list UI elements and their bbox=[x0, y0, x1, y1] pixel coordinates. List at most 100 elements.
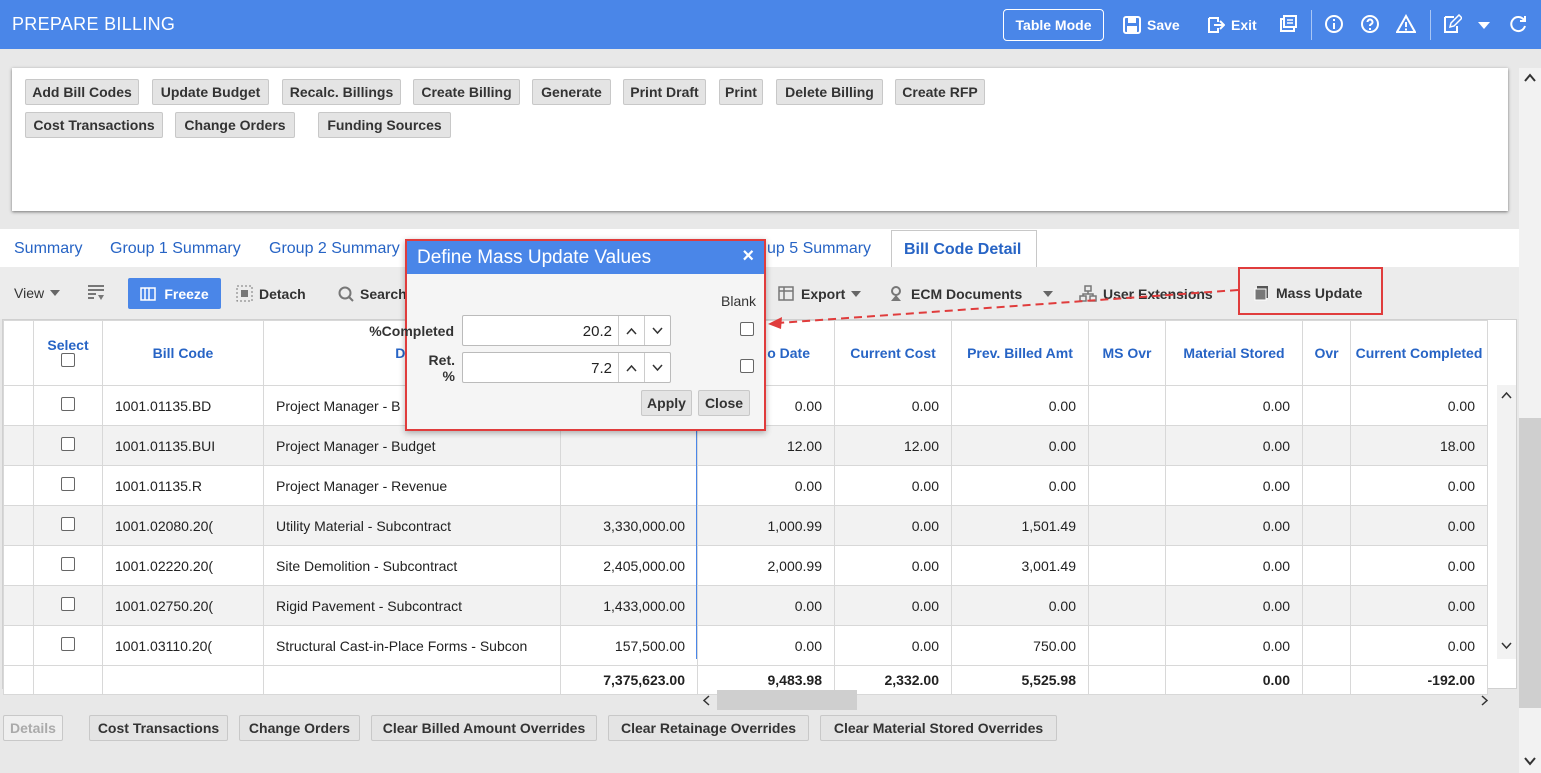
current-cost-cell[interactable]: 0.00 bbox=[834, 505, 952, 546]
info-icon[interactable] bbox=[1324, 14, 1344, 34]
refresh-icon[interactable] bbox=[1508, 14, 1528, 34]
ovr-cell[interactable] bbox=[1302, 505, 1351, 546]
tab-bill-code-detail[interactable]: Bill Code Detail bbox=[891, 230, 1037, 268]
scrollbar-thumb[interactable] bbox=[1519, 418, 1541, 708]
table-row[interactable]: 1001.01135.BUI Project Manager - Budget … bbox=[3, 425, 1488, 466]
description-cell[interactable]: Structural Cast-in-Place Forms - Subcon bbox=[263, 625, 561, 666]
clear-retainage-overrides-button[interactable]: Clear Retainage Overrides bbox=[608, 715, 809, 741]
to-date-cell[interactable]: 12.00 bbox=[697, 425, 835, 466]
chevron-down-icon[interactable] bbox=[1474, 14, 1494, 34]
material-stored-cell[interactable]: 0.00 bbox=[1165, 545, 1303, 586]
increment-button[interactable] bbox=[618, 316, 644, 345]
details-button[interactable]: Details bbox=[3, 715, 63, 741]
save-button[interactable]: Save bbox=[1123, 9, 1180, 41]
description-cell[interactable]: Utility Material - Subcontract bbox=[263, 505, 561, 546]
filter-icon[interactable] bbox=[86, 283, 106, 303]
table-mode-button[interactable]: Table Mode bbox=[1003, 9, 1104, 41]
current-completed-cell[interactable]: 18.00 bbox=[1350, 425, 1488, 466]
to-date-cell[interactable]: 2,000.99 bbox=[697, 545, 835, 586]
table-row[interactable]: 1001.03110.20( Structural Cast-in-Place … bbox=[3, 625, 1488, 666]
description-cell[interactable]: Site Demolition - Subcontract bbox=[263, 545, 561, 586]
detach-button[interactable]: Detach bbox=[236, 285, 306, 302]
table-row[interactable]: 1001.02080.20( Utility Material - Subcon… bbox=[3, 505, 1488, 546]
select-all-checkbox[interactable] bbox=[61, 352, 75, 367]
current-cost-cell[interactable]: 0.00 bbox=[834, 465, 952, 506]
change-orders-button[interactable]: Change Orders bbox=[175, 112, 295, 138]
budget-cell[interactable]: 3,330,000.00 bbox=[560, 505, 698, 546]
horizontal-scrollbar[interactable] bbox=[697, 690, 1497, 710]
scrollbar-thumb[interactable] bbox=[717, 690, 857, 710]
to-date-cell[interactable]: 0.00 bbox=[697, 465, 835, 506]
create-billing-button[interactable]: Create Billing bbox=[413, 79, 520, 105]
current-cost-cell[interactable]: 12.00 bbox=[834, 425, 952, 466]
current-cost-cell[interactable]: 0.00 bbox=[834, 385, 952, 426]
prev-billed-cell[interactable]: 0.00 bbox=[951, 425, 1089, 466]
decrement-button[interactable] bbox=[644, 353, 670, 382]
table-row[interactable]: 1001.02220.20( Site Demolition - Subcont… bbox=[3, 545, 1488, 586]
current-cost-cell[interactable]: 0.00 bbox=[834, 625, 952, 666]
material-stored-cell[interactable]: 0.00 bbox=[1165, 505, 1303, 546]
completed-input[interactable]: 20.2 bbox=[462, 315, 671, 346]
budget-cell[interactable] bbox=[560, 425, 698, 466]
generate-button[interactable]: Generate bbox=[532, 79, 611, 105]
select-column-header[interactable]: Select bbox=[33, 320, 103, 386]
current-completed-cell[interactable]: 0.00 bbox=[1350, 625, 1488, 666]
current-cost-cell[interactable]: 0.00 bbox=[834, 545, 952, 586]
current-completed-column-header[interactable]: Current Completed bbox=[1350, 320, 1488, 386]
tab-group-1-summary[interactable]: Group 1 Summary bbox=[110, 240, 241, 258]
search-button[interactable]: Search bbox=[337, 285, 407, 302]
decrement-button[interactable] bbox=[644, 316, 670, 345]
ovr-cell[interactable] bbox=[1302, 545, 1351, 586]
apply-button[interactable]: Apply bbox=[641, 390, 692, 416]
to-date-cell[interactable]: 0.00 bbox=[697, 585, 835, 626]
row-select-checkbox[interactable] bbox=[61, 557, 75, 571]
description-cell[interactable]: Rigid Pavement - Subcontract bbox=[263, 585, 561, 626]
help-icon[interactable] bbox=[1360, 14, 1380, 34]
table-row[interactable]: 1001.01135.R Project Manager - Revenue 0… bbox=[3, 465, 1488, 506]
funding-sources-button[interactable]: Funding Sources bbox=[318, 112, 451, 138]
row-select-checkbox[interactable] bbox=[61, 637, 75, 651]
current-completed-cell[interactable]: 0.00 bbox=[1350, 585, 1488, 626]
ms-ovr-cell[interactable] bbox=[1088, 505, 1166, 546]
ms-ovr-cell[interactable] bbox=[1088, 625, 1166, 666]
increment-button[interactable] bbox=[618, 353, 644, 382]
chevron-up-icon[interactable] bbox=[1501, 391, 1512, 400]
budget-cell[interactable] bbox=[560, 465, 698, 506]
edit-icon[interactable] bbox=[1442, 14, 1462, 34]
description-cell[interactable]: Project Manager - Revenue bbox=[263, 465, 561, 506]
bill-code-cell[interactable]: 1001.02750.20( bbox=[102, 585, 264, 626]
print-draft-button[interactable]: Print Draft bbox=[623, 79, 706, 105]
bottom-cost-transactions-button[interactable]: Cost Transactions bbox=[89, 715, 228, 741]
row-select-checkbox[interactable] bbox=[61, 597, 75, 611]
delete-billing-button[interactable]: Delete Billing bbox=[776, 79, 883, 105]
budget-cell[interactable]: 1,433,000.00 bbox=[560, 585, 698, 626]
description-cell[interactable]: Project Manager - Budget bbox=[263, 425, 561, 466]
ms-ovr-cell[interactable] bbox=[1088, 585, 1166, 626]
report-icon[interactable] bbox=[1278, 14, 1298, 34]
ms-ovr-cell[interactable] bbox=[1088, 385, 1166, 426]
current-completed-cell[interactable]: 0.00 bbox=[1350, 505, 1488, 546]
warning-icon[interactable] bbox=[1396, 14, 1416, 34]
to-date-cell[interactable]: 0.00 bbox=[697, 625, 835, 666]
freeze-button[interactable]: Freeze bbox=[128, 278, 221, 309]
prev-billed-cell[interactable]: 0.00 bbox=[951, 585, 1089, 626]
bill-code-cell[interactable]: 1001.01135.BD bbox=[102, 385, 264, 426]
ovr-cell[interactable] bbox=[1302, 585, 1351, 626]
chevron-left-icon[interactable] bbox=[702, 695, 711, 706]
prev-billed-cell[interactable]: 750.00 bbox=[951, 625, 1089, 666]
prev-billed-cell[interactable]: 0.00 bbox=[951, 385, 1089, 426]
material-stored-cell[interactable]: 0.00 bbox=[1165, 425, 1303, 466]
bill-code-cell[interactable]: 1001.02220.20( bbox=[102, 545, 264, 586]
close-button[interactable]: Close bbox=[698, 390, 750, 416]
prev-billed-cell[interactable]: 1,501.49 bbox=[951, 505, 1089, 546]
ovr-cell[interactable] bbox=[1302, 465, 1351, 506]
material-stored-cell[interactable]: 0.00 bbox=[1165, 625, 1303, 666]
bottom-change-orders-button[interactable]: Change Orders bbox=[239, 715, 360, 741]
budget-cell[interactable]: 2,405,000.00 bbox=[560, 545, 698, 586]
material-stored-cell[interactable]: 0.00 bbox=[1165, 465, 1303, 506]
print-button[interactable]: Print bbox=[719, 79, 763, 105]
cost-transactions-button[interactable]: Cost Transactions bbox=[25, 112, 163, 138]
add-bill-codes-button[interactable]: Add Bill Codes bbox=[25, 79, 139, 105]
to-date-cell[interactable]: 1,000.99 bbox=[697, 505, 835, 546]
row-select-checkbox[interactable] bbox=[61, 397, 75, 411]
